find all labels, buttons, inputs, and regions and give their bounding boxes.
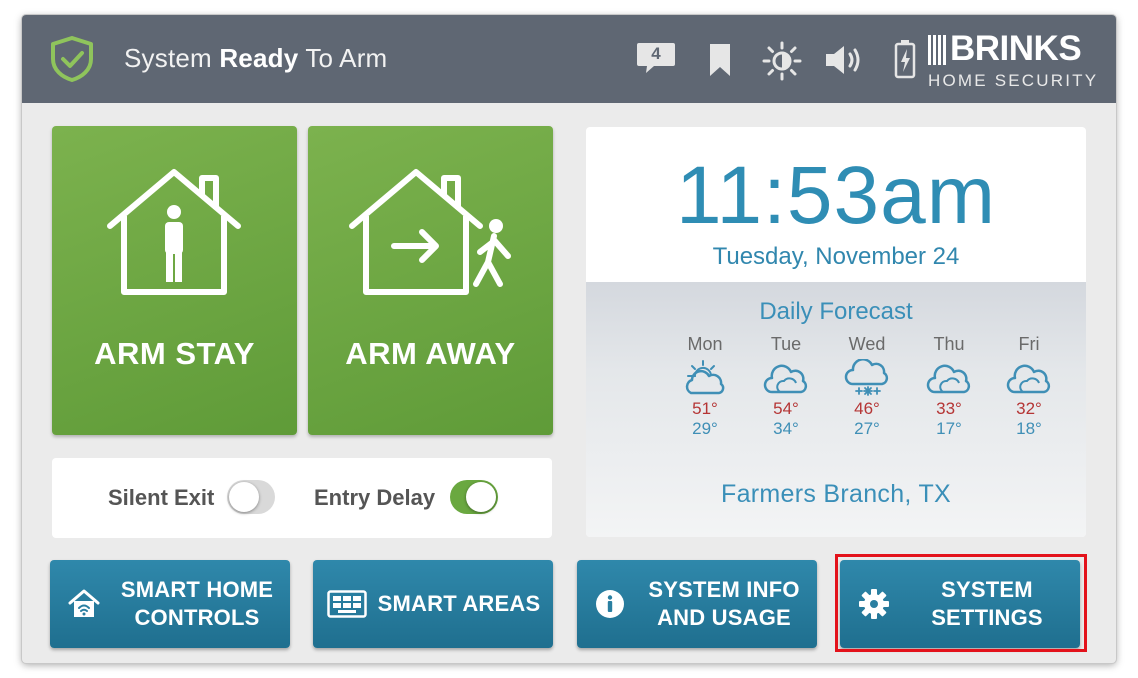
message-count-badge: 4 — [651, 44, 661, 63]
brand-subtitle: HOME SECURITY — [928, 71, 1099, 90]
smart-home-label-line1: SMART HOME — [120, 577, 274, 602]
silent-exit-label: Silent Exit — [108, 485, 215, 510]
daily-forecast: Daily Forecast Mon 51° 29° Tue 54° 34° W… — [586, 282, 1086, 537]
clock-date: Tuesday, November 24 — [712, 243, 960, 270]
silent-exit-knob — [229, 482, 259, 512]
status-bar: System Ready To Arm 4 BRINKS HOME SECURI… — [22, 15, 1116, 103]
smart-home-controls-button[interactable]: SMART HOME CONTROLS — [50, 560, 290, 648]
smart-areas-label: SMART AREAS — [377, 591, 541, 616]
bookmark-icon[interactable] — [708, 43, 732, 77]
forecast-day: Wed 46° 27° — [837, 334, 897, 439]
system-status-text: System Ready To Arm — [124, 43, 387, 74]
forecast-day: Fri 32° 18° — [999, 334, 1059, 439]
forecast-day: Mon 51° 29° — [675, 334, 735, 439]
forecast-day-name: Mon — [687, 334, 723, 354]
brand-name: BRINKS — [950, 29, 1082, 68]
brightness-icon[interactable] — [762, 41, 802, 81]
forecast-title: Daily Forecast — [759, 298, 913, 325]
forecast-day: Thu 33° 17° — [919, 334, 979, 439]
gear-icon — [859, 589, 889, 619]
forecast-low: 18° — [1016, 419, 1042, 438]
system-settings-label: SYSTEM SETTINGS — [900, 560, 1074, 648]
system-settings-label-line2: SETTINGS — [931, 605, 1043, 630]
system-info-button[interactable]: SYSTEM INFO AND USAGE — [577, 560, 817, 648]
status-prefix: System — [124, 43, 220, 73]
smart-home-controls-label: SMART HOME CONTROLS — [110, 560, 284, 648]
brand-bars-icon — [928, 35, 946, 65]
entry-delay-label: Entry Delay — [314, 485, 436, 510]
smart-areas-button[interactable]: SMART AREAS — [313, 560, 553, 648]
forecast-high: 46° — [854, 399, 880, 418]
entry-delay-knob — [466, 482, 496, 512]
arm-away-button[interactable]: ARM AWAY — [308, 126, 553, 435]
info-icon — [596, 590, 624, 618]
system-info-label: SYSTEM INFO AND USAGE — [637, 560, 811, 648]
home-stay-icon — [107, 169, 241, 295]
arm-stay-button[interactable]: ARM STAY — [52, 126, 297, 435]
forecast-location: Farmers Branch, TX — [721, 480, 951, 508]
forecast-day-name: Tue — [770, 334, 802, 354]
status-suffix: To Arm — [298, 43, 388, 73]
battery-charging-icon — [894, 40, 916, 79]
forecast-low: 29° — [692, 419, 718, 438]
shield-check-icon — [51, 36, 93, 82]
system-info-label-line1: SYSTEM INFO — [648, 577, 800, 602]
arm-away-label: ARM AWAY — [345, 336, 516, 371]
entry-delay-toggle[interactable] — [450, 480, 498, 514]
clock-time: 11:53am — [675, 150, 997, 241]
partly-cloudy-icon — [685, 360, 725, 395]
forecast-day: Tue 54° 34° — [756, 334, 816, 439]
forecast-day-name: Fri — [1018, 334, 1040, 354]
exit-options-panel: Silent Exit Entry Delay — [52, 458, 552, 538]
forecast-high: 33° — [936, 399, 962, 418]
forecast-high: 51° — [692, 399, 718, 418]
home-away-icon — [349, 169, 511, 295]
forecast-low: 34° — [773, 419, 799, 438]
snow-icon — [844, 359, 889, 396]
smart-home-label-line2: CONTROLS — [134, 605, 260, 630]
panel-screen: System Ready To Arm 4 BRINKS HOME SECURI… — [22, 15, 1116, 663]
smart-areas-icon — [327, 590, 367, 618]
silent-exit-toggle[interactable] — [227, 480, 275, 514]
forecast-day-name: Thu — [933, 334, 965, 354]
smart-home-icon — [68, 589, 100, 617]
volume-icon[interactable] — [824, 43, 864, 77]
brinks-logo: BRINKS HOME SECURITY — [928, 29, 1112, 93]
forecast-low: 17° — [936, 419, 962, 438]
cloudy-icon — [926, 364, 971, 394]
cloudy-icon — [1006, 364, 1051, 394]
forecast-low: 27° — [854, 419, 880, 438]
status-ready: Ready — [219, 43, 299, 73]
forecast-high: 32° — [1016, 399, 1042, 418]
messages-button[interactable]: 4 — [636, 41, 676, 77]
system-settings-button[interactable]: SYSTEM SETTINGS — [840, 560, 1080, 648]
system-settings-label-line1: SYSTEM — [941, 577, 1033, 602]
clock-weather-panel: 11:53am Tuesday, November 24 Daily Forec… — [586, 127, 1086, 537]
system-info-label-line2: AND USAGE — [657, 605, 791, 630]
forecast-high: 54° — [773, 399, 799, 418]
cloudy-icon — [763, 364, 808, 394]
forecast-day-name: Wed — [848, 334, 886, 354]
arm-stay-label: ARM STAY — [94, 336, 255, 371]
